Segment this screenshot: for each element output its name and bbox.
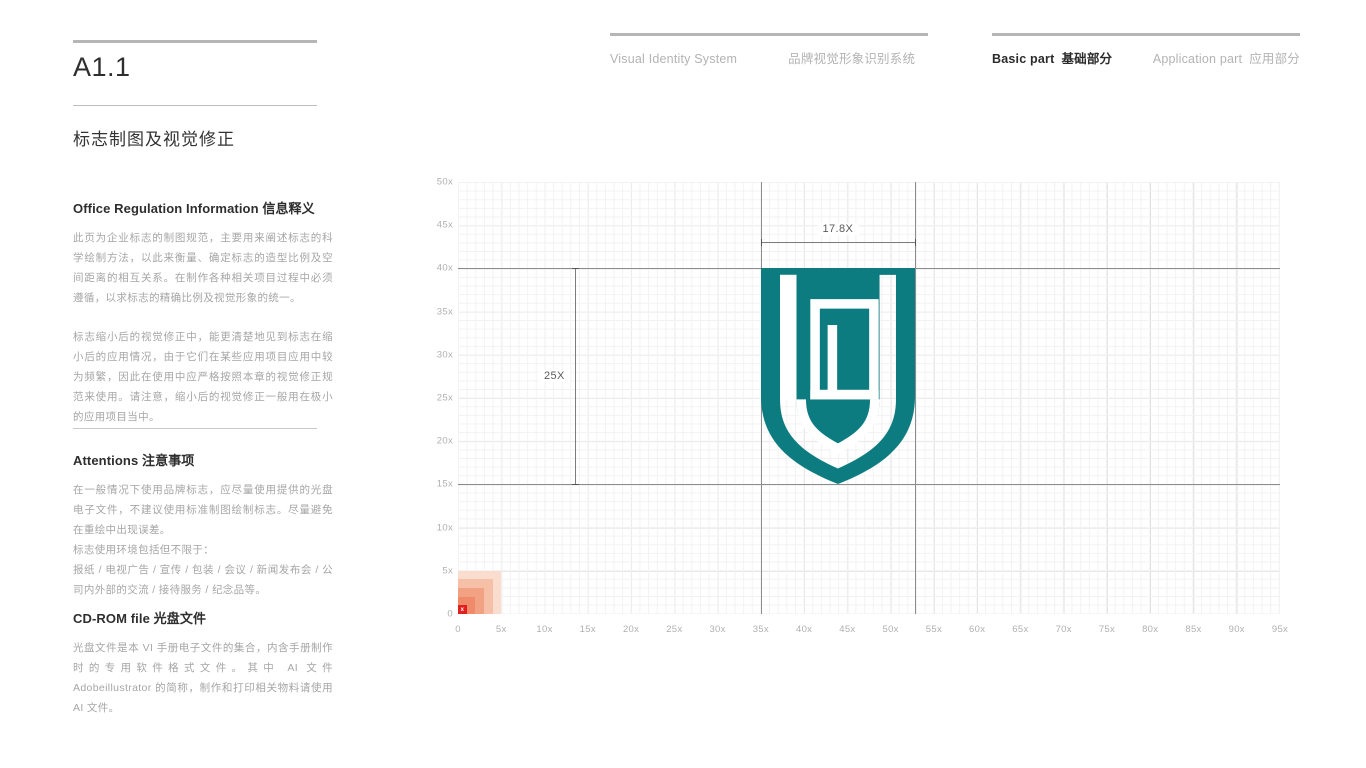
grid-x-tick-label: 30x	[709, 624, 726, 635]
section-paragraph: 标志使用环境包括但不限于：	[73, 544, 215, 556]
nav-application-part-zh[interactable]: 应用部分	[1249, 48, 1300, 67]
nav-visual-identity-system-zh[interactable]: 品牌视觉形象识别系统	[788, 48, 915, 67]
section-heading-en: Office Regulation Information	[73, 201, 259, 216]
section-paragraph: 报纸 / 电视广告 / 宣传 / 包装 / 会议 / 新闻发布会 / 公司内外部…	[73, 564, 333, 596]
grid-x-tick-label: 40x	[795, 624, 813, 635]
page-title: 标志制图及视觉修正	[73, 130, 235, 149]
dimension-label-logo-height: 25X	[539, 370, 570, 383]
brand-shield-logo	[760, 268, 915, 485]
section-heading: Office Regulation Information 信息释义	[73, 198, 333, 217]
header-group-identity: Visual Identity System 品牌视觉形象识别系统	[610, 33, 928, 67]
grid-x-tick-label: 45x	[839, 624, 856, 635]
dimension-tick	[914, 239, 916, 247]
section-heading: Attentions 注意事项	[73, 450, 333, 469]
grid-y-tick-label: 40x	[436, 262, 453, 274]
section-heading-zh: 注意事项	[142, 453, 195, 468]
nav-application-part-en[interactable]: Application part	[1153, 52, 1242, 66]
dimension-tick	[571, 484, 579, 486]
section-paragraph: 此页为企业标志的制图规范，主要用来阐述标志的科学绘制方法，以此来衡量、确定标志的…	[73, 232, 333, 304]
grid-y-tick-label: 20x	[436, 435, 453, 447]
section-heading-zh: 光盘文件	[153, 611, 207, 626]
header-group-parts: Basic part 基础部分 Application part 应用部分	[992, 33, 1300, 67]
grid-y-tick-label: 15x	[436, 478, 453, 490]
nav-visual-identity-system-en[interactable]: Visual Identity System	[610, 52, 737, 66]
grid-x-tick-label: 15x	[579, 624, 596, 635]
grid-y-axis-labels: 0 5x 10x 15x 20x 25x 30x 35x 40x 45x 50x	[425, 177, 453, 620]
header-links-left: Visual Identity System 品牌视觉形象识别系统	[610, 36, 928, 67]
grid-x-tick-label: 85x	[1185, 624, 1202, 635]
logo-construction-grid: 17.8X 25X x	[458, 182, 1280, 614]
chapter-rule-bottom	[73, 105, 317, 106]
dimension-label-logo-width: 17.8X	[817, 223, 859, 236]
grid-x-tick-label: 80x	[1142, 624, 1159, 635]
scale-unit-swatch: x	[458, 605, 467, 614]
grid-x-tick-label: 90x	[1228, 624, 1245, 635]
brand-shield-logo-svg	[760, 268, 915, 485]
guide-line-horizontal	[458, 484, 1280, 486]
grid-y-tick-label: 10x	[436, 522, 453, 534]
dimension-line-logo-width	[760, 242, 915, 244]
section-office-regulation-information: Office Regulation Information 信息释义 此页为企业…	[73, 198, 333, 427]
grid-x-tick-label: 10x	[536, 624, 553, 635]
section-divider	[73, 428, 317, 429]
grid-y-tick-label: 5x	[442, 565, 453, 577]
section-paragraph: 标志缩小后的视觉修正中，能更清楚地见到标志在缩小后的应用情况，由于它们在某些应用…	[73, 331, 333, 423]
grid-x-tick-label: 20x	[622, 624, 640, 635]
grid-x-tick-label: 5x	[495, 624, 507, 635]
chapter-number: A1.1	[73, 52, 131, 82]
section-heading-en: Attentions	[73, 453, 139, 468]
grid-y-tick-label: 50x	[436, 176, 453, 188]
nav-basic-part-en[interactable]: Basic part	[992, 52, 1054, 66]
grid-x-tick-label: 65x	[1012, 624, 1029, 635]
grid-x-tick-label: 70x	[1055, 624, 1072, 635]
grid-y-tick-label: 0	[447, 608, 453, 620]
section-heading: CD-ROM file 光盘文件	[73, 608, 333, 627]
section-attentions: Attentions 注意事项 在一般情况下使用品牌标志，应尽量使用提供的光盘电…	[73, 450, 333, 600]
grid-x-tick-label: 55x	[925, 624, 942, 635]
guide-line-vertical	[914, 182, 916, 614]
grid-y-tick-label: 30x	[436, 349, 453, 361]
header-links-right: Basic part 基础部分 Application part 应用部分	[992, 36, 1300, 67]
grid-x-axis-labels: 0 5x 10x 15x 20x 25x 30x 35x 40x 45x 50x 55x 60x 65x 7…	[455, 624, 1289, 640]
grid-x-tick-label: 25x	[666, 624, 683, 635]
section-paragraph: 在一般情况下使用品牌标志，应尽量使用提供的光盘电子文件，不建议使用标准制图绘制标…	[73, 484, 333, 536]
grid-x-tick-label: 75x	[1098, 624, 1116, 635]
section-paragraph: 光盘文件是本 VI 手册电子文件的集合，内含手册制作时的专用软件格式文件。其中 …	[73, 642, 333, 714]
vi-manual-page: Visual Identity System 品牌视觉形象识别系统 Basic …	[0, 0, 1366, 768]
grid-x-tick-label: 35x	[752, 624, 769, 635]
section-cd-rom-file: CD-ROM file 光盘文件 光盘文件是本 VI 手册电子文件的集合，内含手…	[73, 608, 333, 718]
section-heading-en: CD-ROM file	[73, 611, 150, 626]
section-heading-zh: 信息释义	[262, 201, 315, 216]
dimension-tick	[760, 239, 762, 247]
grid-y-tick-label: 25x	[436, 392, 453, 404]
dimension-line-logo-height	[574, 268, 576, 485]
chapter-rule-top	[73, 40, 317, 43]
header-nav: Visual Identity System 品牌视觉形象识别系统 Basic …	[0, 33, 1366, 73]
grid-x-tick-label: 0	[455, 624, 461, 635]
nav-basic-part-zh[interactable]: 基础部分	[1061, 48, 1112, 67]
grid-x-tick-label: 50x	[882, 624, 899, 635]
grid-x-tick-label: 95x	[1271, 624, 1289, 635]
grid-x-tick-label: 60x	[969, 624, 986, 635]
grid-y-tick-label: 45x	[436, 219, 453, 231]
dimension-tick	[571, 268, 579, 270]
grid-y-tick-label: 35x	[436, 306, 453, 318]
